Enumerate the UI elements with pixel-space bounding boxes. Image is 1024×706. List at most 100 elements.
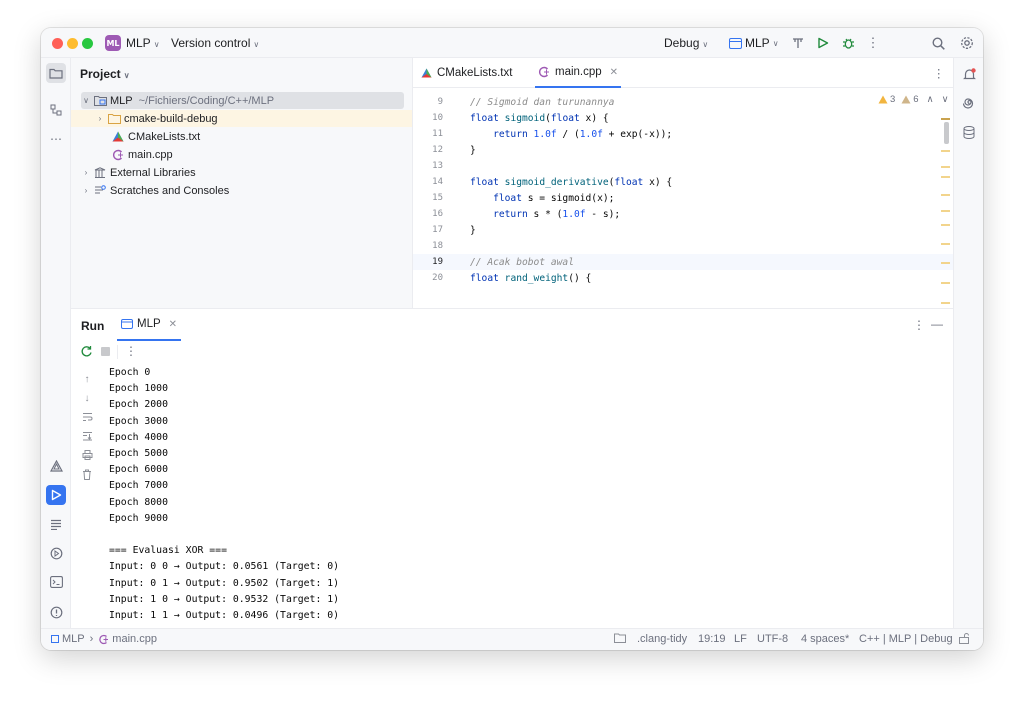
cmake-file-icon [111,131,125,143]
ai-assistant-spiral-icon[interactable] [959,93,979,113]
cmake-triangle-icon[interactable] [46,456,66,476]
console-line: Epoch 3000 [109,415,168,427]
console-line: Epoch 7000 [109,480,168,492]
problems-icon[interactable] [46,602,66,622]
linter-status[interactable]: .clang-tidy [637,633,687,645]
run-options-icon[interactable]: ⋮ [913,318,925,332]
close-tab-icon[interactable]: ✕ [169,319,177,330]
run-tool-icon[interactable] [46,485,66,505]
tree-item-main-cpp[interactable]: main.cpp [81,146,404,163]
chevron-down-icon: ∨ [153,40,160,49]
code-line: 16 return s * (1.0f - s); [413,206,953,222]
folder-status-icon[interactable] [614,633,626,646]
code-line: 11 return 1.0f / (1.0f + exp(-x)); [413,126,953,142]
run-target-selector[interactable]: MLP ∨ [729,36,779,50]
collapsed-arrow-icon[interactable]: › [81,186,91,195]
chevron-down-icon: ∨ [702,40,709,49]
tree-item-external-libraries[interactable]: › External Libraries [81,164,404,181]
line-number: 15 [432,193,443,203]
rerun-icon[interactable] [80,345,94,359]
close-tab-icon[interactable]: ✕ [610,67,618,78]
console-line: Epoch 5000 [109,448,168,459]
breadcrumb-project[interactable]: MLP [62,633,85,645]
minimize-window-button[interactable] [67,38,78,49]
tree-item-cmake-build-debug[interactable]: › cmake-build-debug [71,110,412,127]
status-bar: MLP › main.cpp .clang-tidy 19:19 LF UTF-… [41,628,983,650]
console-output[interactable]: Epoch 0 Epoch 1000 Epoch 2000 Epoch 3000… [109,367,949,629]
line-ending[interactable]: LF [734,633,747,645]
editor-error-stripe[interactable] [940,110,952,308]
run-icon[interactable] [815,35,831,51]
project-name: MLP [126,36,151,50]
messages-list-icon[interactable] [46,514,66,534]
unlock-icon[interactable] [959,633,969,647]
print-icon[interactable] [80,448,94,462]
tree-item-cmakelists[interactable]: CMakeLists.txt [81,128,404,145]
console-line: Epoch 0 [109,367,151,378]
project-panel-header[interactable]: Project ∨ [80,67,130,81]
tab-options-icon[interactable]: ⋮ [933,58,945,88]
scroll-down-arrow-icon[interactable]: ↓ [80,391,94,405]
expanded-arrow-icon[interactable]: ∨ [81,96,91,105]
cmake-file-icon [421,68,432,78]
project-switcher[interactable]: MLP ∨ [126,36,160,50]
tree-item-label: main.cpp [128,148,173,161]
build-hammer-icon[interactable] [790,35,806,51]
zoom-window-button[interactable] [82,38,93,49]
code-editor[interactable]: 9 // Sigmoid dan turunannya 10 float sigmo… [413,94,953,304]
console-line: Epoch 9000 [109,512,168,524]
search-icon[interactable] [930,35,946,51]
run-tab-mlp[interactable]: MLP ✕ [117,309,182,341]
line-number: 12 [432,145,443,155]
clear-trash-icon[interactable] [80,467,94,481]
folder-icon [107,113,121,125]
scroll-to-end-icon[interactable] [80,429,94,443]
indent-setting[interactable]: 4 spaces* [801,633,849,645]
stop-icon[interactable] [101,347,110,356]
console-line: Epoch 6000 [109,464,168,476]
soft-wrap-icon[interactable] [80,410,94,424]
project-folder-icon[interactable] [46,63,66,83]
editor-tab-bar: CMakeLists.txt main.cpp ✕ ⋮ [413,58,953,88]
caret-position[interactable]: 19:19 [698,633,726,645]
structure-icon[interactable] [46,100,66,120]
debug-bug-icon[interactable] [840,35,856,51]
tab-label: main.cpp [555,66,602,78]
database-icon[interactable] [959,122,979,142]
console-line: Epoch 1000 [109,383,168,395]
title-bar: ML MLP ∨ Version control ∨ Debug ∨ MLP ∨ ⋮ [41,28,983,58]
hide-panel-icon[interactable]: — [931,317,943,331]
notifications-bell-icon[interactable] [959,64,979,84]
breadcrumb-file[interactable]: main.cpp [112,633,157,645]
terminal-icon[interactable] [46,572,66,592]
settings-gear-icon[interactable] [959,35,975,51]
code-line: 20 float rand_weight() { [413,270,953,286]
cpp-file-icon [111,149,125,161]
run-more-icon[interactable]: ⋮ [125,344,137,358]
tab-cmakelists[interactable]: CMakeLists.txt [421,58,512,88]
editor-panel: CMakeLists.txt main.cpp ✕ ⋮ 3 6 ∧ ∨ 9// … [412,58,953,308]
more-actions-icon[interactable]: ⋮ [865,35,881,51]
file-encoding[interactable]: UTF-8 [757,633,788,645]
cpp-file-icon [539,66,549,78]
collapsed-arrow-icon[interactable]: › [95,114,105,123]
code-line: 15 float s = sigmoid(x); [413,190,953,206]
run-config-selector[interactable]: Debug ∨ [664,36,708,50]
close-window-button[interactable] [52,38,63,49]
tab-main-cpp[interactable]: main.cpp ✕ [535,58,622,88]
code-line: 14 float sigmoid_derivative(float x) { [413,174,953,190]
services-icon[interactable] [46,543,66,563]
more-tools-icon[interactable]: ⋯ [46,129,66,149]
project-badge: ML [105,35,121,51]
line-number: 11 [432,129,443,139]
vcs-menu[interactable]: Version control ∨ [171,36,259,50]
console-line: Input: 0 0 → Output: 0.0561 (Target: 0) [109,561,340,573]
tree-item-mlp-root[interactable]: ∨ MLP ~/Fichiers/Coding/C++/MLP [81,92,404,109]
line-number: 14 [432,177,443,187]
tree-item-scratches[interactable]: › Scratches and Consoles [81,182,404,199]
scroll-up-arrow-icon[interactable]: ↑ [80,372,94,386]
collapsed-arrow-icon[interactable]: › [81,168,91,177]
tree-item-path: ~/Fichiers/Coding/C++/MLP [138,94,275,107]
editor-scroll-thumb[interactable] [944,122,949,144]
resolve-context[interactable]: C++ | MLP | Debug [859,633,953,645]
